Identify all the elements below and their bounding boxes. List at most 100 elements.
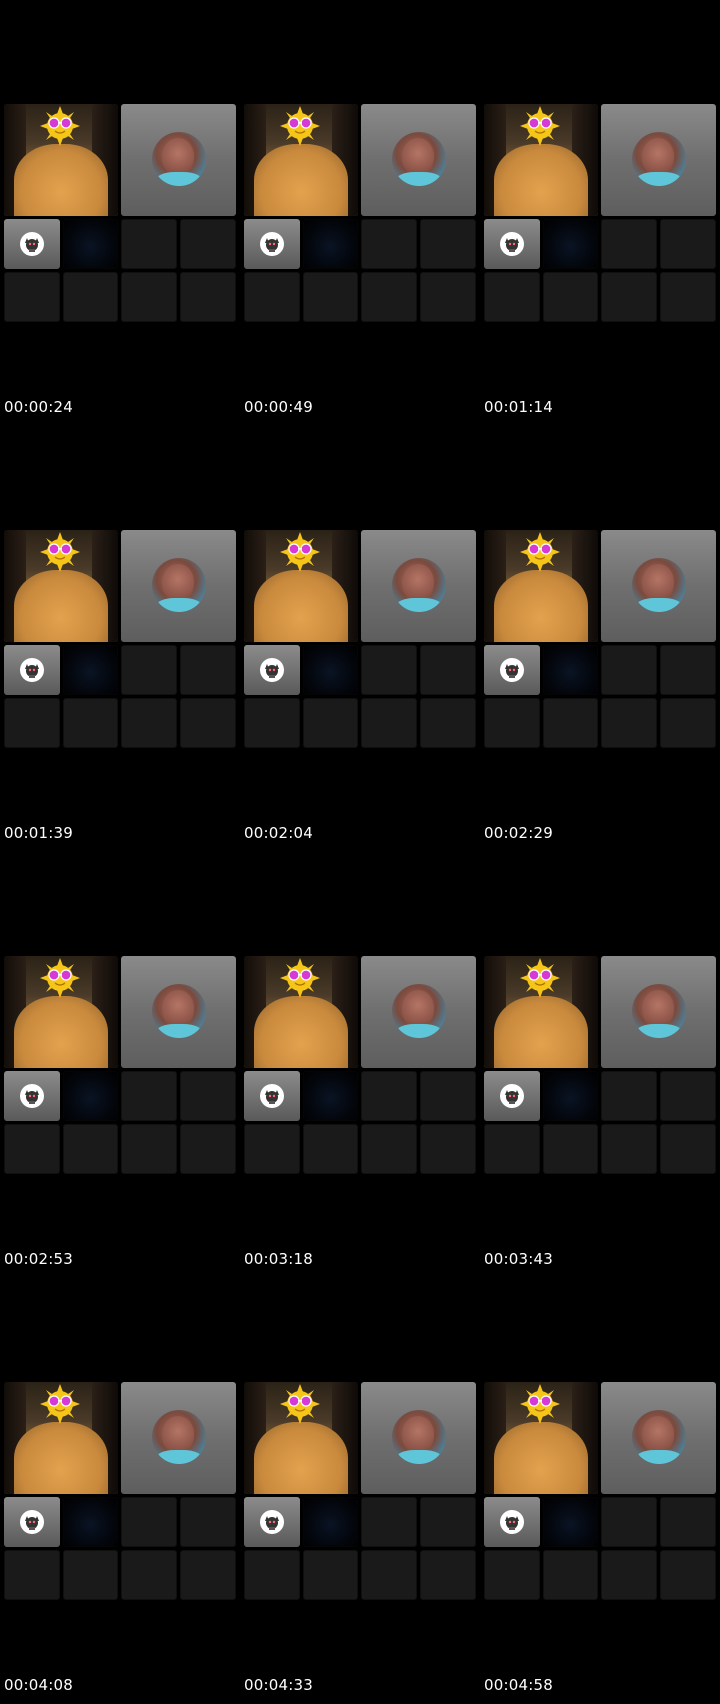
participant-dark-tile bbox=[63, 219, 118, 269]
profile-avatar bbox=[152, 1410, 206, 1464]
participant-camera-tile bbox=[4, 530, 118, 642]
profile-avatar bbox=[152, 558, 206, 612]
empty-tile bbox=[543, 1550, 598, 1600]
video-call-grid bbox=[4, 530, 236, 748]
empty-tile bbox=[420, 1071, 476, 1121]
avatar-shirt bbox=[396, 598, 442, 612]
empty-tile bbox=[543, 272, 598, 322]
participant-cat-tile bbox=[244, 1497, 300, 1547]
empty-tile bbox=[180, 698, 236, 748]
video-frame-thumbnail: 00:04:58 bbox=[480, 1278, 716, 1704]
avatar-shirt bbox=[396, 172, 442, 186]
cat-avatar-badge bbox=[500, 232, 524, 256]
empty-tile bbox=[420, 219, 476, 269]
participant-avatar-tile bbox=[601, 956, 716, 1068]
empty-tile bbox=[660, 1124, 716, 1174]
empty-tile bbox=[121, 1071, 177, 1121]
empty-tile bbox=[420, 1550, 476, 1600]
empty-tile bbox=[420, 1497, 476, 1547]
participant-avatar-tile bbox=[601, 104, 716, 216]
empty-tile bbox=[601, 1497, 657, 1547]
participant-camera-tile bbox=[244, 530, 358, 642]
empty-tile bbox=[4, 1550, 60, 1600]
avatar-face bbox=[162, 138, 194, 176]
participant-avatar-tile bbox=[361, 956, 476, 1068]
timestamp-label: 00:01:39 bbox=[4, 824, 73, 842]
participant-camera-tile bbox=[4, 104, 118, 216]
participant-dark-tile bbox=[303, 1497, 358, 1547]
sun-with-glasses-icon bbox=[520, 106, 560, 146]
empty-tile bbox=[420, 645, 476, 695]
empty-tile bbox=[63, 698, 118, 748]
participant-camera-tile bbox=[4, 1382, 118, 1494]
profile-avatar bbox=[392, 558, 446, 612]
cat-avatar-badge bbox=[260, 1084, 284, 1108]
sun-with-glasses-icon bbox=[520, 958, 560, 998]
cat-avatar-icon bbox=[505, 1516, 519, 1530]
video-call-grid bbox=[484, 956, 716, 1174]
cat-avatar-icon bbox=[505, 1090, 519, 1104]
camera-image-body bbox=[254, 570, 348, 642]
avatar-face bbox=[162, 564, 194, 602]
video-frame-thumbnail: 00:02:53 bbox=[0, 852, 236, 1278]
cat-avatar-icon bbox=[25, 238, 39, 252]
camera-image-body bbox=[254, 1422, 348, 1494]
empty-tile bbox=[660, 272, 716, 322]
camera-image-body bbox=[14, 996, 108, 1068]
empty-tile bbox=[543, 698, 598, 748]
avatar-shirt bbox=[636, 598, 682, 612]
empty-tile bbox=[361, 272, 417, 322]
participant-dark-tile bbox=[543, 645, 598, 695]
empty-tile bbox=[660, 219, 716, 269]
participant-cat-tile bbox=[244, 645, 300, 695]
avatar-shirt bbox=[156, 1024, 202, 1038]
empty-tile bbox=[244, 698, 300, 748]
cat-avatar-badge bbox=[20, 232, 44, 256]
empty-tile bbox=[601, 645, 657, 695]
sun-with-glasses-icon bbox=[40, 1384, 80, 1424]
profile-avatar bbox=[152, 984, 206, 1038]
empty-tile bbox=[121, 698, 177, 748]
sun-with-glasses-icon bbox=[40, 958, 80, 998]
cat-avatar-icon bbox=[25, 1516, 39, 1530]
participant-cat-tile bbox=[244, 219, 300, 269]
participant-dark-tile bbox=[543, 1071, 598, 1121]
video-call-grid bbox=[4, 956, 236, 1174]
participant-avatar-tile bbox=[121, 104, 236, 216]
profile-avatar bbox=[632, 984, 686, 1038]
empty-tile bbox=[420, 272, 476, 322]
empty-tile bbox=[361, 219, 417, 269]
empty-tile bbox=[601, 219, 657, 269]
cat-avatar-badge bbox=[20, 1510, 44, 1534]
camera-image-body bbox=[494, 996, 588, 1068]
camera-image-body bbox=[254, 144, 348, 216]
video-frame-thumbnail: 00:04:08 bbox=[0, 1278, 236, 1704]
timestamp-label: 00:03:18 bbox=[244, 1250, 313, 1268]
participant-cat-tile bbox=[244, 1071, 300, 1121]
empty-tile bbox=[180, 272, 236, 322]
participant-camera-tile bbox=[244, 104, 358, 216]
avatar-face bbox=[162, 1416, 194, 1454]
cat-avatar-icon bbox=[265, 238, 279, 252]
empty-tile bbox=[180, 1124, 236, 1174]
timestamp-label: 00:04:58 bbox=[484, 1676, 553, 1694]
timestamp-label: 00:02:29 bbox=[484, 824, 553, 842]
empty-tile bbox=[121, 645, 177, 695]
sun-with-glasses-icon bbox=[40, 532, 80, 572]
cat-avatar-icon bbox=[265, 1516, 279, 1530]
cat-avatar-icon bbox=[505, 664, 519, 678]
cat-avatar-badge bbox=[260, 1510, 284, 1534]
participant-camera-tile bbox=[484, 956, 598, 1068]
video-frame-thumbnail: 00:01:14 bbox=[480, 0, 716, 426]
empty-tile bbox=[244, 272, 300, 322]
empty-tile bbox=[484, 272, 540, 322]
participant-avatar-tile bbox=[121, 1382, 236, 1494]
empty-tile bbox=[303, 1124, 358, 1174]
video-frame-thumbnail: 00:02:04 bbox=[240, 426, 476, 852]
participant-avatar-tile bbox=[361, 530, 476, 642]
empty-tile bbox=[121, 1550, 177, 1600]
empty-tile bbox=[303, 272, 358, 322]
camera-image-body bbox=[494, 1422, 588, 1494]
cat-avatar-badge bbox=[500, 658, 524, 682]
empty-tile bbox=[121, 272, 177, 322]
